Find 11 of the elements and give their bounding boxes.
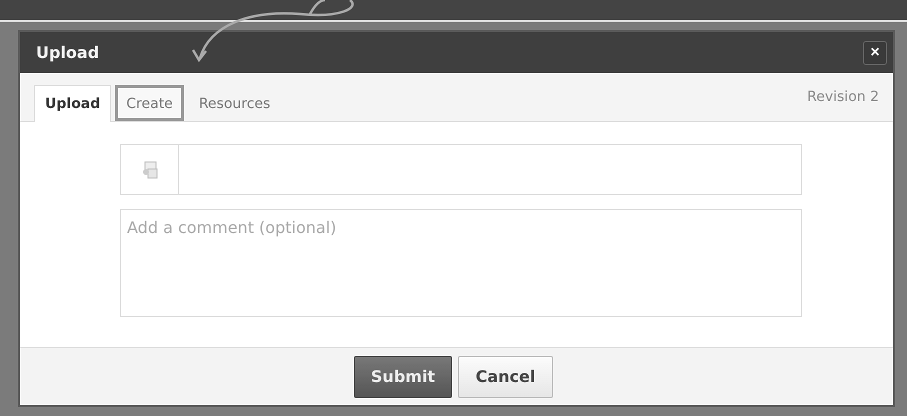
file-icon (142, 160, 158, 178)
tab[interactable]: Resources (188, 85, 282, 121)
tab[interactable]: Upload (34, 85, 112, 122)
dialog-title: Upload (36, 43, 100, 62)
close-button[interactable]: × (863, 40, 887, 64)
file-field[interactable] (120, 144, 802, 195)
cancel-button[interactable]: Cancel (458, 356, 553, 398)
comment-field[interactable]: Add a comment (optional) (120, 209, 802, 317)
submit-button[interactable]: Submit (354, 356, 452, 398)
revision-label: Revision 2 (807, 89, 879, 105)
tab[interactable]: Create (115, 85, 184, 121)
